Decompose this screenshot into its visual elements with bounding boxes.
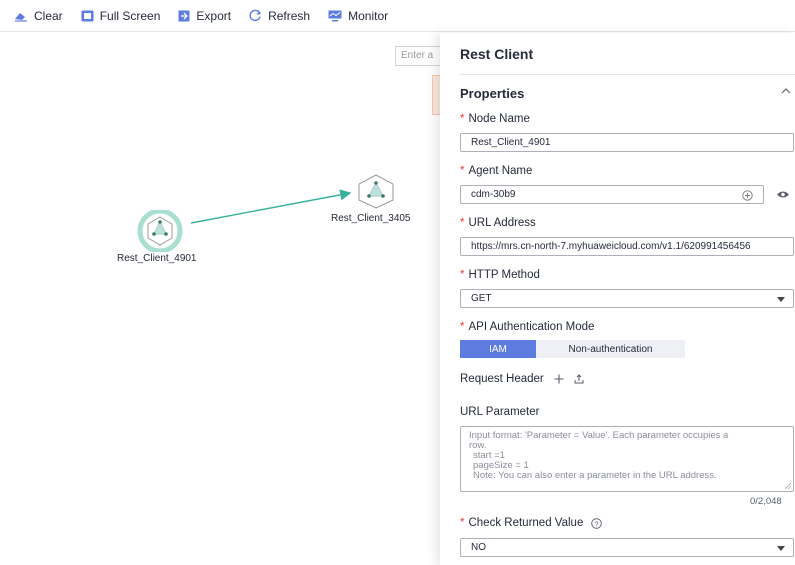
url-address-label: * URL Address [460,217,536,229]
required-asterisk: * [460,217,465,229]
agent-name-value: cdm-30b9 [471,189,516,200]
caret-down-icon [777,546,785,551]
auth-option-iam[interactable]: IAM [460,340,536,358]
add-icon[interactable] [554,374,564,384]
http-method-value: GET [471,293,492,304]
node-name-label: * Node Name [460,113,530,125]
check-returned-label: * Check Returned Value ? [460,517,603,529]
agent-name-select[interactable]: cdm-30b9 [460,185,764,204]
refresh-button[interactable]: Refresh [249,9,310,23]
resize-handle-icon[interactable] [785,483,791,489]
http-method-select[interactable]: GET [460,289,794,308]
url-address-field[interactable]: https://mrs.cn-north-7.myhuaweicloud.com… [460,237,794,256]
clear-button[interactable]: Clear [14,9,63,23]
panel-divider [460,74,795,75]
refresh-label: Refresh [268,8,311,23]
required-asterisk: * [460,113,465,125]
required-asterisk: * [460,165,465,177]
url-parameter-textarea[interactable]: Input format: 'Parameter = Value'. Each … [460,426,794,492]
fullscreen-icon [81,10,94,21]
url-parameter-label: URL Parameter [460,406,540,418]
monitor-icon [328,10,342,21]
check-returned-label-text: Check Returned Value [468,517,584,529]
node-name-label-text: Node Name [468,113,530,125]
placeholder-line: Input format: 'Parameter = Value'. Each … [469,430,729,441]
check-returned-value: NO [471,542,486,553]
placeholder-line: Note: You can also enter a parameter in … [473,470,717,481]
rest-client-node-icon [137,208,183,254]
node-name-field[interactable]: Rest_Client_4901 [460,133,794,152]
rest-client-node-icon [358,174,394,209]
properties-panel: Rest Client Properties * Node Name Rest_C… [440,33,795,565]
request-header-row: Request Header [460,373,584,385]
required-asterisk: * [460,321,465,333]
request-header-label: Request Header [460,373,544,385]
placeholder-line: row. [469,440,487,451]
svg-text:?: ? [595,519,599,528]
add-circle-icon[interactable] [742,190,753,201]
required-asterisk: * [460,269,465,281]
properties-section-title: Properties [460,86,525,101]
chevron-up-icon[interactable] [780,87,792,95]
export-button[interactable]: Export [178,9,231,23]
node-label-4901: Rest_Client_4901 [117,253,197,264]
help-icon[interactable]: ? [591,517,603,529]
workflow-canvas[interactable]: Enter a Rest_Client_4901 Rest_Client_340… [0,33,445,565]
agent-name-label: * Agent Name [460,165,532,177]
caret-down-icon [777,297,785,302]
character-counter: 0/2,048 [750,496,782,507]
auth-mode-label: * API Authentication Mode [460,321,594,333]
full-screen-label: Full Screen [99,8,161,23]
workflow-edge [190,189,352,224]
monitor-label: Monitor [348,8,389,23]
export-icon [178,10,190,21]
eraser-icon [15,12,27,22]
toolbar: Clear Full Screen Export Refresh Monitor [0,0,795,32]
export-label: Export [196,8,232,23]
import-icon[interactable] [574,374,584,384]
auth-option-non-authentication[interactable]: Non-authentication [536,340,685,358]
node-rest-client-3405[interactable] [355,173,397,214]
http-method-label-text: HTTP Method [468,269,540,281]
panel-title: Rest Client [460,46,534,62]
auth-mode-label-text: API Authentication Mode [468,321,595,333]
node-label-3405: Rest_Client_3405 [331,213,411,224]
clear-label: Clear [34,8,63,23]
eye-icon[interactable] [776,190,790,199]
full-screen-button[interactable]: Full Screen [81,8,161,23]
node-rest-client-4901[interactable] [133,208,187,257]
agent-name-label-text: Agent Name [468,165,533,177]
refresh-icon [249,9,262,22]
required-asterisk: * [460,517,465,529]
auth-mode-toggle: IAM Non-authentication [460,340,685,358]
monitor-button[interactable]: Monitor [328,9,388,23]
check-returned-select[interactable]: NO [460,538,794,557]
http-method-label: * HTTP Method [460,269,540,281]
url-address-label-text: URL Address [468,217,536,229]
